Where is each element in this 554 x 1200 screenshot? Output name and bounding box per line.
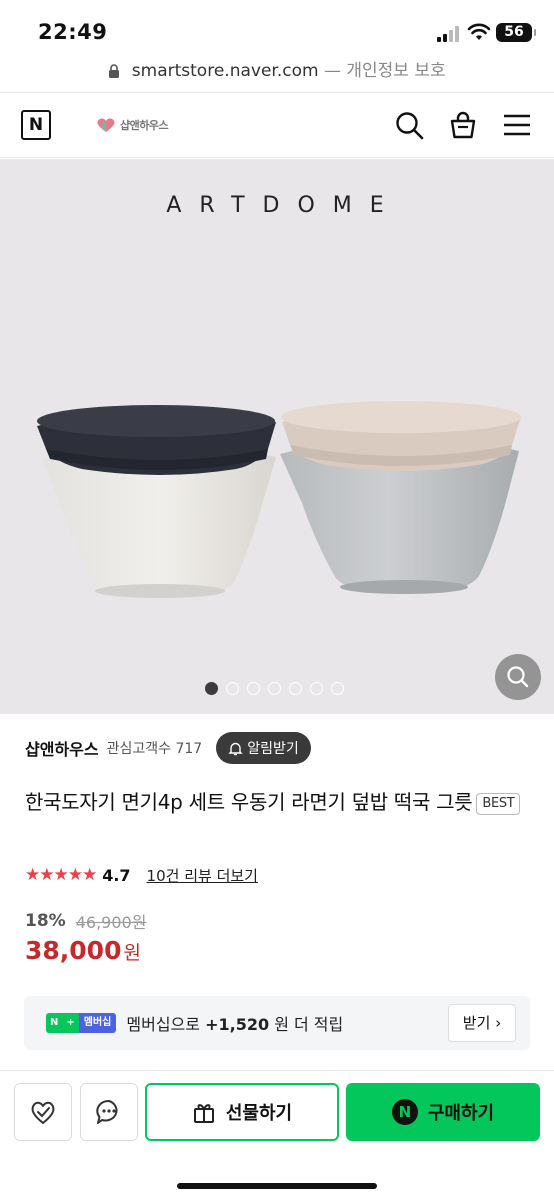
talk-button[interactable] bbox=[80, 1083, 138, 1141]
carousel-dot[interactable] bbox=[226, 682, 239, 695]
menu-icon[interactable] bbox=[501, 109, 533, 141]
bowls-photo bbox=[37, 401, 521, 598]
membership-badge-label: 멤버십 bbox=[78, 1013, 117, 1033]
buy-label: 구매하기 bbox=[427, 1103, 495, 1124]
search-icon[interactable] bbox=[393, 109, 425, 141]
product-title-block: 한국도자기 면기4p 세트 우동기 라면기 덮밥 떡국 그릇 BEST bbox=[25, 784, 530, 820]
product-title: 한국도자기 면기4p 세트 우동기 라면기 덮밥 떡국 그릇 bbox=[25, 790, 473, 814]
carousel-dot[interactable] bbox=[331, 682, 344, 695]
discount-rate: 18% bbox=[25, 911, 66, 931]
gift-label: 선물하기 bbox=[225, 1103, 293, 1124]
best-badge: BEST bbox=[476, 792, 521, 815]
wishlist-button[interactable] bbox=[14, 1083, 72, 1141]
store-header: N 샵앤하우스 bbox=[0, 92, 554, 158]
wifi-icon bbox=[467, 23, 491, 40]
store-name[interactable]: 샵앤하우스 bbox=[25, 736, 99, 760]
membership-text-suffix: 원 더 적립 bbox=[274, 1015, 344, 1034]
store-fans-count: 관심고객수 717 bbox=[106, 741, 203, 757]
home-indicator bbox=[177, 1183, 377, 1189]
bell-plus-icon bbox=[228, 742, 243, 755]
battery-indicator: 56 bbox=[496, 23, 536, 42]
membership-text-prefix: 멤버십으로 bbox=[126, 1015, 200, 1034]
signal-icon bbox=[437, 26, 463, 42]
receive-points-label: 받기 bbox=[462, 1014, 491, 1032]
membership-badge: N + 멤버십 bbox=[46, 1013, 117, 1033]
url-bar[interactable]: smartstore.naver.com — 개인정보 보호 bbox=[0, 56, 554, 84]
gift-icon bbox=[193, 1104, 214, 1123]
membership-badge-plus: + bbox=[62, 1013, 79, 1033]
currency-label: 원 bbox=[123, 942, 141, 964]
sale-price: 38,000 bbox=[25, 936, 122, 965]
carousel-dot[interactable] bbox=[205, 682, 218, 695]
chat-bubble-icon bbox=[96, 1099, 118, 1124]
membership-banner: N + 멤버십 멤버십으로 +1,520 원 더 적립 받기 › bbox=[24, 996, 530, 1050]
carousel-dot[interactable] bbox=[289, 682, 302, 695]
heart-logo-icon bbox=[97, 118, 115, 132]
npay-icon: N bbox=[391, 1099, 418, 1125]
heart-check-icon bbox=[31, 1101, 55, 1124]
status-bar: 22:49 56 bbox=[0, 0, 554, 56]
chevron-right-icon: › bbox=[495, 1014, 502, 1032]
bottom-action-bar: 선물하기 N 구매하기 bbox=[0, 1070, 554, 1200]
rating-score: 4.7 bbox=[102, 865, 131, 885]
star-rating-icon: ★★★★★ bbox=[25, 865, 97, 885]
rating-row: ★★★★★ 4.7 10건 리뷰 더보기 bbox=[25, 864, 258, 886]
shopping-bag-icon[interactable] bbox=[447, 109, 479, 141]
url-domain: smartstore.naver.com bbox=[131, 61, 319, 81]
membership-badge-n: N bbox=[46, 1013, 63, 1033]
carousel-dot[interactable] bbox=[268, 682, 281, 695]
brand-logo[interactable]: 샵앤하우스 bbox=[96, 115, 169, 135]
carousel-dot[interactable] bbox=[310, 682, 323, 695]
zoom-search-icon bbox=[507, 666, 529, 688]
membership-points: +1,520 bbox=[205, 1015, 270, 1034]
review-link[interactable]: 10건 리뷰 더보기 bbox=[147, 865, 258, 886]
brand-name: 샵앤하우스 bbox=[120, 119, 169, 132]
naver-logo[interactable]: N bbox=[21, 110, 51, 140]
gift-button[interactable]: 선물하기 bbox=[145, 1083, 339, 1141]
receive-points-button[interactable]: 받기 › bbox=[448, 1004, 516, 1042]
product-image-carousel[interactable]: ARTDOME bbox=[0, 159, 554, 714]
notify-label: 알림받기 bbox=[247, 741, 299, 757]
price-row: 38,000 원 bbox=[25, 936, 141, 965]
lock-icon bbox=[109, 63, 120, 78]
carousel-indicators bbox=[205, 682, 344, 695]
carousel-dot[interactable] bbox=[247, 682, 260, 695]
notify-button[interactable]: 알림받기 bbox=[216, 732, 311, 764]
original-price: 46,900원 bbox=[75, 913, 147, 932]
discount-row: 18% 46,900원 bbox=[25, 910, 146, 932]
store-row: 샵앤하우스 관심고객수 717 알림받기 bbox=[25, 732, 311, 764]
url-privacy-label: — 개인정보 보호 bbox=[323, 61, 446, 81]
buy-button[interactable]: N 구매하기 bbox=[346, 1083, 540, 1141]
membership-text: 멤버십으로 +1,520 원 더 적립 bbox=[126, 1011, 343, 1035]
status-time: 22:49 bbox=[38, 20, 108, 44]
zoom-button[interactable] bbox=[495, 654, 541, 700]
